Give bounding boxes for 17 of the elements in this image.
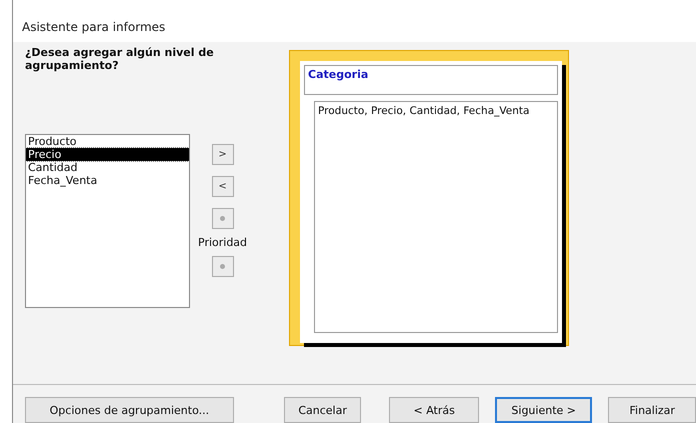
move-button[interactable]: < — [212, 176, 234, 197]
dialog-button[interactable]: Finalizar — [608, 397, 696, 423]
window-title: Asistente para informes — [13, 0, 696, 42]
dialog-button[interactable]: Siguiente > — [494, 397, 592, 423]
group-header: Categoria — [304, 65, 558, 95]
question-text: ¿Desea agregar algún nivel de agrupamiento? — [25, 46, 215, 72]
field-list-item[interactable]: Precio — [26, 148, 189, 161]
field-list-item[interactable]: Fecha_Venta — [26, 174, 189, 187]
field-list[interactable]: Producto Precio Cantidad Fecha_Venta — [25, 134, 190, 308]
dialog-button[interactable]: Opciones de agrupamiento... — [25, 397, 234, 423]
field-list-item[interactable]: Producto — [26, 135, 189, 148]
dialog-button[interactable]: Cancelar — [284, 397, 362, 423]
field-list-item[interactable]: Cantidad — [26, 161, 189, 174]
dialog-button[interactable]: < Atrás — [389, 397, 479, 423]
priority-label: Prioridad — [198, 236, 248, 249]
detail-fields: Producto, Precio, Cantidad, Fecha_Venta — [314, 101, 558, 333]
move-button[interactable]: > — [212, 144, 234, 165]
